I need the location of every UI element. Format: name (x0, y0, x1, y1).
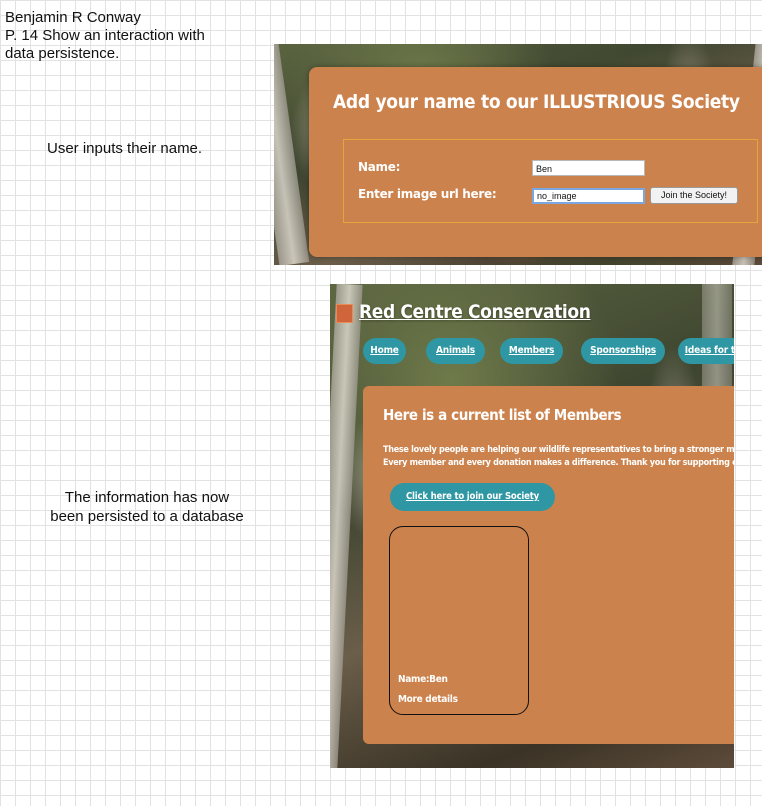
name-label: Name: (358, 160, 401, 174)
nav-members[interactable]: Members (500, 338, 563, 364)
join-society-link[interactable]: Click here to join our Society (390, 483, 555, 511)
form-title: Add your name to our ILLUSTRIOUS Society (333, 91, 740, 113)
nav-sponsorships[interactable]: Sponsorships (581, 338, 665, 364)
intro-text: These lovely people are helping our wild… (383, 445, 734, 455)
input-caption: User inputs their name. (47, 140, 203, 157)
site-logo (336, 304, 353, 323)
persist-caption: The information has now been persisted t… (50, 489, 244, 525)
author-line: Benjamin R Conway (5, 9, 141, 26)
member-name: Name:Ben (398, 674, 448, 685)
tree-trunk (330, 284, 363, 768)
member-card[interactable]: Name:Ben More details (389, 526, 529, 715)
join-society-button[interactable]: Join the Society! (650, 187, 738, 204)
author-note: Benjamin R Conway P. 14 Show an interact… (5, 9, 245, 63)
name-input[interactable]: Ben (532, 160, 645, 176)
author-line: P. 14 Show an interaction with (5, 27, 205, 44)
members-heading: Here is a current list of Members (383, 406, 622, 424)
form-screenshot: Add your name to our ILLUSTRIOUS Society… (274, 44, 762, 265)
signup-form: Name: Ben Enter image url here: no_image… (343, 139, 758, 223)
author-line: data persistence. (5, 45, 120, 62)
intro-text: Every member and every donation makes a … (383, 458, 734, 468)
nav-ideas[interactable]: Ideas for th (678, 338, 734, 364)
nav-home[interactable]: Home (363, 338, 406, 364)
more-details-link[interactable]: More details (398, 694, 458, 705)
site-title[interactable]: Red Centre Conservation (359, 301, 591, 323)
tree-trunk (274, 44, 310, 265)
members-card: Here is a current list of Members These … (363, 386, 734, 744)
image-url-label: Enter image url here: (358, 187, 497, 201)
nav-animals[interactable]: Animals (426, 338, 485, 364)
image-url-input[interactable]: no_image (532, 188, 645, 204)
society-form-card: Add your name to our ILLUSTRIOUS Society… (309, 67, 762, 257)
members-screenshot: Red Centre Conservation Home Animals Mem… (330, 284, 734, 768)
